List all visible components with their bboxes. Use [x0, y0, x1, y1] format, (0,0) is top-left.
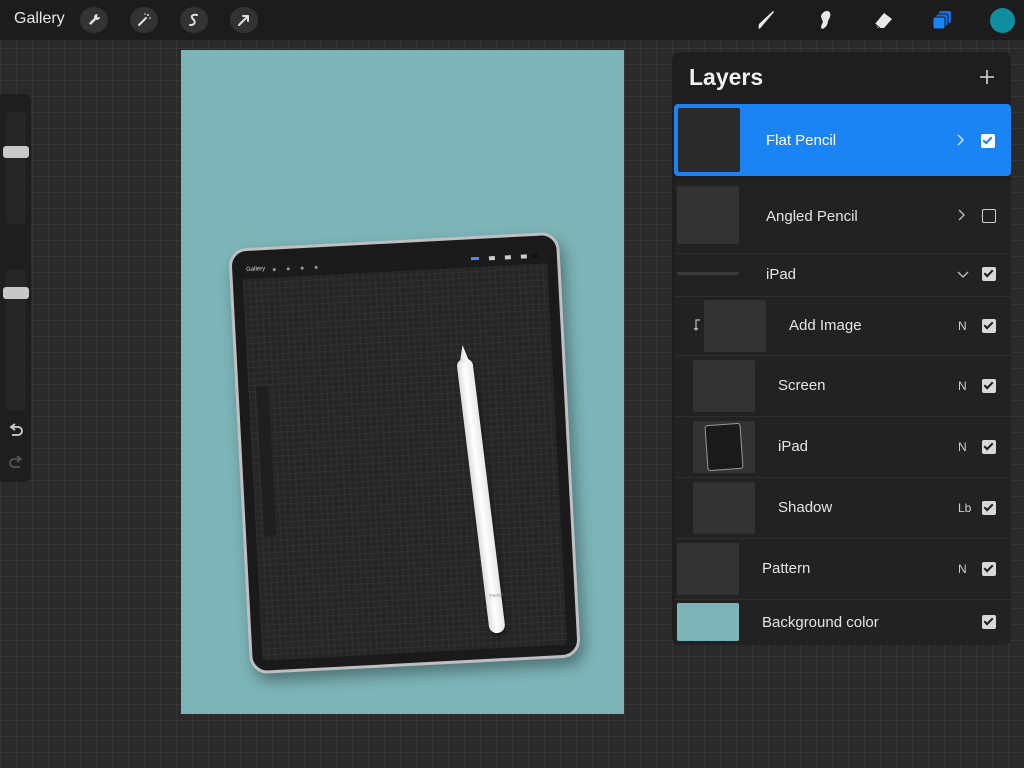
- layer-flat-pencil[interactable]: Flat Pencil: [674, 104, 1011, 176]
- background-color-swatch[interactable]: [677, 603, 739, 641]
- layer-name: Add Image: [789, 317, 862, 334]
- layer-name: iPad: [766, 266, 797, 283]
- mockup-tool-icons: [272, 265, 318, 272]
- layer-name: Background color: [762, 614, 879, 631]
- layer-thumbnail: [677, 186, 739, 244]
- layer-angled-pencil[interactable]: Angled Pencil: [675, 180, 1011, 254]
- chevron-down-icon[interactable]: [957, 268, 969, 280]
- layer-visibility-checkbox[interactable]: [982, 319, 996, 333]
- gallery-button[interactable]: Gallery: [14, 10, 65, 28]
- mockup-toolbar: Gallery: [241, 249, 548, 280]
- layer-visibility-checkbox[interactable]: [982, 209, 996, 223]
- left-sidebar: [0, 94, 31, 482]
- blend-mode-label[interactable]: N: [958, 319, 967, 333]
- layer-visibility-checkbox[interactable]: [981, 134, 995, 148]
- layer-add-image[interactable]: Add Image N: [675, 297, 1011, 356]
- layers-icon[interactable]: [929, 7, 957, 33]
- layer-name: Flat Pencil: [766, 132, 837, 149]
- drawing-canvas[interactable]: Gallery Pencil: [181, 50, 624, 714]
- layer-visibility-checkbox[interactable]: [982, 615, 996, 629]
- layer-name: Screen: [778, 377, 826, 394]
- layer-thumbnail: [677, 543, 739, 595]
- mockup-sidebar: [256, 386, 277, 537]
- wrench-icon[interactable]: [80, 7, 108, 33]
- layer-name: Angled Pencil: [766, 208, 858, 225]
- mockup-right-tools: [470, 252, 538, 261]
- blend-mode-label[interactable]: N: [958, 562, 967, 576]
- brush-icon[interactable]: [753, 7, 781, 33]
- smudge-icon[interactable]: [811, 7, 839, 33]
- undo-icon[interactable]: [7, 422, 25, 440]
- top-toolbar: Gallery: [0, 0, 1024, 40]
- layer-thumbnail: [693, 360, 755, 412]
- color-picker-button[interactable]: [990, 8, 1015, 33]
- layer-thumbnail: [678, 108, 740, 172]
- s-curve-icon[interactable]: [180, 7, 208, 33]
- blend-mode-label[interactable]: Lb: [958, 501, 971, 515]
- clipping-mask-icon: [693, 319, 700, 331]
- layers-title: Layers: [689, 64, 764, 90]
- layer-thumbnail: [693, 421, 755, 473]
- chevron-right-icon[interactable]: [954, 134, 966, 146]
- blend-mode-label[interactable]: N: [958, 379, 967, 393]
- layer-pattern[interactable]: Pattern N: [675, 539, 1011, 600]
- eraser-icon[interactable]: [870, 7, 898, 33]
- pencil-brand-text: Pencil: [488, 592, 504, 600]
- layer-name: Shadow: [778, 499, 833, 516]
- layer-thumbnail: [693, 482, 755, 534]
- redo-icon[interactable]: [7, 454, 25, 472]
- mockup-gallery-label: Gallery: [246, 266, 266, 274]
- layer-thumbnail: [704, 300, 766, 352]
- layers-panel: Layers Flat Pencil Angled Pencil iPad Ad…: [672, 52, 1011, 645]
- brush-size-slider[interactable]: [6, 112, 26, 224]
- layer-visibility-checkbox[interactable]: [982, 440, 996, 454]
- opacity-handle[interactable]: [3, 287, 29, 299]
- magic-wand-icon[interactable]: [130, 7, 158, 33]
- layer-screen[interactable]: Screen N: [675, 356, 1011, 417]
- layer-name: Pattern: [762, 560, 811, 577]
- layer-ipad[interactable]: iPad N: [675, 417, 1011, 478]
- brush-size-handle[interactable]: [3, 146, 29, 158]
- layer-name: iPad: [778, 438, 809, 455]
- layer-shadow[interactable]: Shadow Lb: [675, 478, 1011, 539]
- ipad-mockup-image: Gallery: [228, 231, 581, 675]
- arrow-cursor-icon[interactable]: [230, 7, 258, 33]
- layer-visibility-checkbox[interactable]: [982, 562, 996, 576]
- plus-icon[interactable]: [978, 68, 996, 86]
- layer-visibility-checkbox[interactable]: [982, 379, 996, 393]
- chevron-right-icon[interactable]: [955, 209, 967, 221]
- layer-group-ipad[interactable]: iPad: [675, 254, 1011, 297]
- layer-visibility-checkbox[interactable]: [982, 501, 996, 515]
- layer-visibility-checkbox[interactable]: [982, 267, 996, 281]
- ipad-mockup-screen: Gallery: [241, 249, 568, 661]
- group-indicator: [677, 272, 739, 275]
- blend-mode-label[interactable]: N: [958, 440, 967, 454]
- layer-background-color[interactable]: Background color: [675, 600, 1011, 645]
